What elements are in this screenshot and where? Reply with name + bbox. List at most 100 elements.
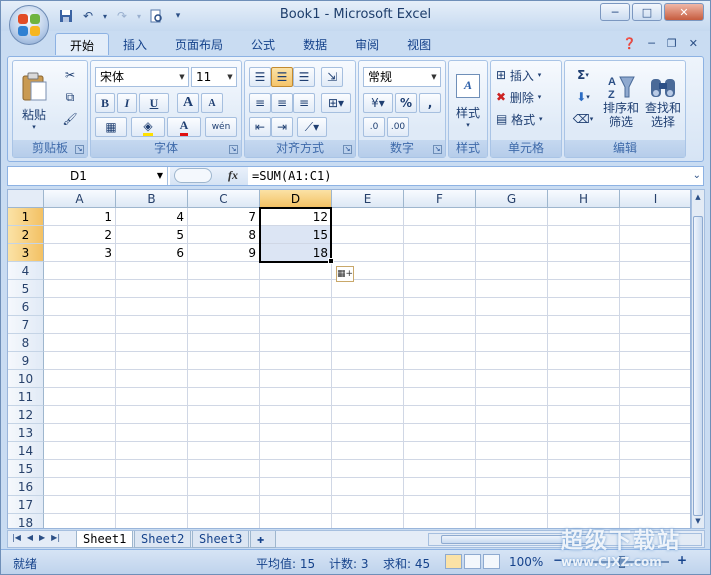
cell-i13[interactable] bbox=[620, 424, 690, 442]
cell-f5[interactable] bbox=[404, 280, 476, 298]
number-launcher-icon[interactable]: ↘ bbox=[433, 145, 442, 154]
cell-f2[interactable] bbox=[404, 226, 476, 244]
decrease-indent-icon[interactable]: ⇤ bbox=[249, 117, 271, 137]
row-header-14[interactable]: 14 bbox=[8, 442, 44, 460]
cell-i18[interactable] bbox=[620, 514, 690, 528]
cell-i3[interactable] bbox=[620, 244, 690, 262]
cell-a12[interactable] bbox=[44, 406, 116, 424]
grow-font-button[interactable]: A bbox=[177, 93, 199, 113]
cell-b5[interactable] bbox=[116, 280, 188, 298]
workbook-minimize-icon[interactable]: ─ bbox=[648, 37, 655, 50]
format-painter-icon[interactable]: 🖌 bbox=[59, 109, 81, 129]
cell-i16[interactable] bbox=[620, 478, 690, 496]
cell-g15[interactable] bbox=[476, 460, 548, 478]
cell-d14[interactable] bbox=[260, 442, 332, 460]
tab-view[interactable]: 视图 bbox=[393, 33, 445, 55]
row-header-4[interactable]: 4 bbox=[8, 262, 44, 280]
cell-d13[interactable] bbox=[260, 424, 332, 442]
cell-b2[interactable]: 5 bbox=[116, 226, 188, 244]
prev-sheet-icon[interactable]: ◀ bbox=[27, 533, 33, 542]
cell-i10[interactable] bbox=[620, 370, 690, 388]
normal-view-icon[interactable] bbox=[445, 554, 462, 569]
cell-g16[interactable] bbox=[476, 478, 548, 496]
column-header-a[interactable]: A bbox=[44, 190, 116, 208]
cell-g7[interactable] bbox=[476, 316, 548, 334]
alignment-launcher-icon[interactable]: ↘ bbox=[343, 145, 352, 154]
row-header-15[interactable]: 15 bbox=[8, 460, 44, 478]
cell-h12[interactable] bbox=[548, 406, 620, 424]
row-header-11[interactable]: 11 bbox=[8, 388, 44, 406]
cell-i12[interactable] bbox=[620, 406, 690, 424]
column-header-b[interactable]: B bbox=[116, 190, 188, 208]
column-header-c[interactable]: C bbox=[188, 190, 260, 208]
align-left-icon[interactable]: ≡ bbox=[249, 93, 271, 113]
cell-b10[interactable] bbox=[116, 370, 188, 388]
cell-h3[interactable] bbox=[548, 244, 620, 262]
orientation-icon[interactable]: ⟋▾ bbox=[297, 117, 327, 137]
sheet-tab-sheet2[interactable]: Sheet2 bbox=[134, 531, 192, 548]
cell-a16[interactable] bbox=[44, 478, 116, 496]
horizontal-scrollbar[interactable] bbox=[428, 533, 702, 546]
align-middle-icon[interactable]: ☰ bbox=[271, 67, 293, 87]
cell-g10[interactable] bbox=[476, 370, 548, 388]
cell-e14[interactable] bbox=[332, 442, 404, 460]
row-header-18[interactable]: 18 bbox=[8, 514, 44, 528]
cell-a8[interactable] bbox=[44, 334, 116, 352]
cell-a10[interactable] bbox=[44, 370, 116, 388]
copy-icon[interactable]: ⧉ bbox=[59, 87, 81, 107]
cell-f10[interactable] bbox=[404, 370, 476, 388]
cut-icon[interactable]: ✂ bbox=[59, 65, 81, 85]
row-header-10[interactable]: 10 bbox=[8, 370, 44, 388]
cell-i14[interactable] bbox=[620, 442, 690, 460]
column-header-f[interactable]: F bbox=[404, 190, 476, 208]
cell-h8[interactable] bbox=[548, 334, 620, 352]
cell-c2[interactable]: 8 bbox=[188, 226, 260, 244]
cell-f18[interactable] bbox=[404, 514, 476, 528]
cell-c9[interactable] bbox=[188, 352, 260, 370]
increase-indent-icon[interactable]: ⇥ bbox=[271, 117, 293, 137]
cell-g12[interactable] bbox=[476, 406, 548, 424]
cell-h15[interactable] bbox=[548, 460, 620, 478]
tab-review[interactable]: 审阅 bbox=[341, 33, 393, 55]
shrink-font-button[interactable]: A bbox=[201, 93, 223, 113]
font-color-button[interactable]: A bbox=[167, 117, 201, 137]
align-top-icon[interactable]: ☰ bbox=[249, 67, 271, 87]
workbook-restore-icon[interactable]: ❐ bbox=[667, 37, 677, 50]
cell-e6[interactable] bbox=[332, 298, 404, 316]
italic-button[interactable]: I bbox=[117, 93, 137, 113]
cell-g4[interactable] bbox=[476, 262, 548, 280]
bold-button[interactable]: B bbox=[95, 93, 115, 113]
increase-decimal-button[interactable]: .0 bbox=[363, 117, 385, 137]
cell-e11[interactable] bbox=[332, 388, 404, 406]
customize-qat-icon[interactable]: ▾ bbox=[169, 7, 187, 25]
cell-a14[interactable] bbox=[44, 442, 116, 460]
row-header-13[interactable]: 13 bbox=[8, 424, 44, 442]
zoom-in-icon[interactable]: + bbox=[677, 553, 687, 567]
cell-a17[interactable] bbox=[44, 496, 116, 514]
font-size-combo[interactable]: 11 ▼ bbox=[191, 67, 237, 87]
cell-d2[interactable]: 15 bbox=[260, 226, 332, 244]
cell-g13[interactable] bbox=[476, 424, 548, 442]
undo-icon[interactable]: ↶ bbox=[79, 7, 97, 25]
tab-home[interactable]: 开始 bbox=[55, 33, 110, 55]
font-name-combo[interactable]: 宋体 ▼ bbox=[95, 67, 189, 87]
cell-a7[interactable] bbox=[44, 316, 116, 334]
cell-f13[interactable] bbox=[404, 424, 476, 442]
cell-g3[interactable] bbox=[476, 244, 548, 262]
styles-button[interactable]: A 样式 ▾ bbox=[451, 65, 485, 137]
cell-h6[interactable] bbox=[548, 298, 620, 316]
cell-i7[interactable] bbox=[620, 316, 690, 334]
cell-a2[interactable]: 2 bbox=[44, 226, 116, 244]
cell-e5[interactable] bbox=[332, 280, 404, 298]
insert-cells-button[interactable]: ⊞ 插入 ▾ bbox=[495, 65, 557, 85]
underline-button[interactable]: U bbox=[139, 93, 169, 113]
insert-sheet-icon[interactable]: ✚ bbox=[250, 531, 276, 548]
row-header-6[interactable]: 6 bbox=[8, 298, 44, 316]
font-launcher-icon[interactable]: ↘ bbox=[229, 145, 238, 154]
align-bottom-icon[interactable]: ☰ bbox=[293, 67, 315, 87]
cell-i8[interactable] bbox=[620, 334, 690, 352]
number-format-combo[interactable]: 常规 ▼ bbox=[363, 67, 441, 87]
cell-g8[interactable] bbox=[476, 334, 548, 352]
cell-h5[interactable] bbox=[548, 280, 620, 298]
cell-c7[interactable] bbox=[188, 316, 260, 334]
